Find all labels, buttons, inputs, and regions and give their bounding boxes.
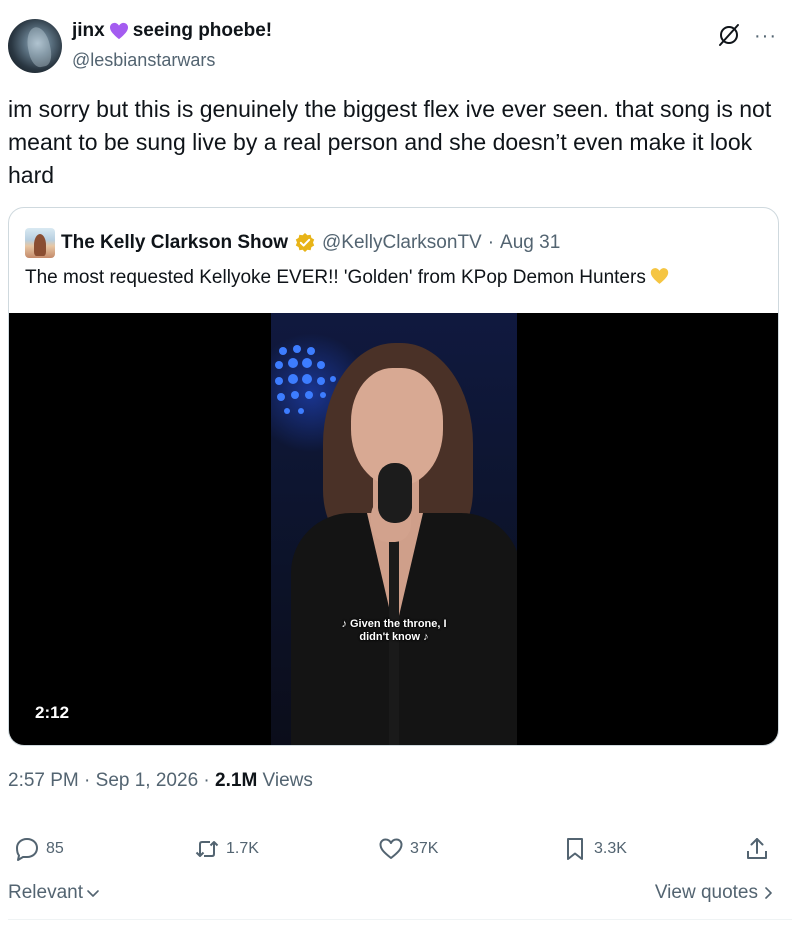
subtitle-line-2: didn't know ♪ (359, 631, 429, 643)
sort-label: Relevant (8, 882, 83, 903)
action-bar: 85 1.7K 37K 3.3K (8, 836, 792, 866)
meta-separator: · (78, 770, 96, 791)
view-quotes-link[interactable]: View quotes (655, 882, 776, 904)
meta-separator: · (198, 770, 216, 791)
purple-heart-icon (109, 22, 128, 40)
repost-count: 1.7K (226, 840, 259, 857)
quoted-author-handle[interactable]: @KellyClarksonTV (322, 232, 482, 254)
microphone (378, 463, 412, 523)
quoted-author-name[interactable]: The Kelly Clarkson Show (61, 232, 288, 254)
avatar[interactable] (8, 19, 62, 73)
share-icon (747, 838, 767, 859)
reply-button[interactable]: 85 (14, 836, 64, 862)
author-name[interactable]: jinx seeing phoebe! (72, 20, 272, 42)
bookmark-button[interactable]: 3.3K (562, 836, 627, 862)
tweet-time[interactable]: 2:57 PM (8, 770, 79, 791)
quoted-separator: · (487, 232, 495, 253)
tweet-header: jinx seeing phoebe! @lesbianstarwars ··· (8, 16, 792, 78)
video-duration: 2:12 (35, 703, 70, 722)
tweet-text: im sorry but this is genuinely the bigge… (8, 96, 772, 188)
video-player[interactable]: ♪ Given the throne, I didn't know ♪ 2:12 (9, 313, 778, 745)
video-subtitle: ♪ Given the throne, I didn't know ♪ (271, 618, 517, 644)
reply-count: 85 (46, 840, 64, 857)
chevron-down-icon (87, 890, 99, 897)
heart-icon (379, 838, 403, 859)
author-name-part2: seeing phoebe! (132, 20, 273, 41)
tweet-date[interactable]: Sep 1, 2026 (96, 770, 198, 791)
quoted-text-body: The most requested Kellyoke EVER!! 'Gold… (25, 267, 646, 288)
author-handle[interactable]: @lesbianstarwars (72, 50, 215, 71)
views-label: Views (257, 770, 313, 791)
yellow-heart-icon (650, 268, 669, 284)
replies-sort-bar: Relevant View quotes (8, 880, 792, 908)
tweet-meta: 2:57 PM · Sep 1, 2026 · 2.1M Views (8, 770, 313, 792)
quoted-text: The most requested Kellyoke EVER!! 'Gold… (25, 264, 669, 292)
quoted-date[interactable]: Aug 31 (500, 232, 560, 254)
reply-icon (16, 838, 38, 861)
subtitle-line-1: ♪ Given the throne, I (341, 618, 447, 630)
like-count: 37K (410, 840, 439, 857)
grok-icon[interactable] (716, 22, 742, 48)
bookmark-icon (567, 838, 583, 860)
quoted-avatar[interactable] (25, 228, 55, 258)
quoted-tweet-header: The Kelly Clarkson Show @KellyClarksonTV… (25, 228, 560, 258)
repost-button[interactable]: 1.7K (194, 836, 259, 862)
sort-dropdown[interactable]: Relevant (8, 882, 101, 904)
more-icon[interactable]: ··· (754, 26, 777, 46)
author-name-part1: jinx (72, 20, 105, 41)
divider (8, 919, 792, 920)
quoted-tweet[interactable]: The Kelly Clarkson Show @KellyClarksonTV… (8, 207, 779, 746)
chevron-right-icon (765, 887, 772, 899)
share-button[interactable] (744, 836, 770, 862)
views-count: 2.1M (215, 770, 258, 791)
verified-badge-icon (295, 233, 315, 252)
repost-icon (195, 841, 219, 857)
video-frame: ♪ Given the throne, I didn't know ♪ (271, 313, 517, 745)
view-quotes-label: View quotes (654, 882, 758, 903)
bookmark-count: 3.3K (594, 840, 627, 857)
like-button[interactable]: 37K (378, 836, 438, 862)
